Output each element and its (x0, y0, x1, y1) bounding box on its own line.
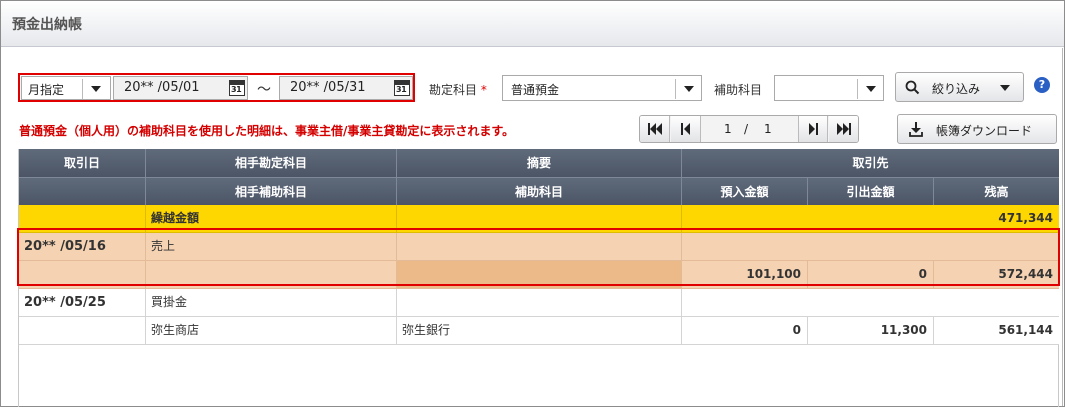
cell-carryover-label: 繰越金額 (146, 205, 397, 232)
cell-carryover-balance: 471,344 (998, 211, 1053, 225)
account-value: 普通預金 (511, 83, 560, 97)
chevron-down-icon[interactable] (91, 86, 101, 92)
chevron-down-icon[interactable] (684, 86, 694, 92)
prev-page-button[interactable] (671, 116, 701, 142)
cell-memo (397, 289, 682, 316)
last-page-icon (837, 123, 851, 135)
cell-sub-item: 弥生銀行 (397, 317, 682, 344)
cell-empty (19, 261, 146, 288)
filter-button-label: 絞り込み (932, 82, 981, 96)
cell-partner (682, 289, 1059, 316)
table-header-row: 取引日 相手勘定科目 摘要 取引先 (19, 149, 1059, 177)
date-to-value: 20** /05/31 (290, 80, 366, 95)
cell-memo (397, 205, 682, 232)
cell-date (19, 205, 146, 232)
table-row[interactable]: 弥生商店 弥生銀行 0 11,300 561,144 (19, 317, 1059, 345)
title-bar: 預金出納帳 (1, 1, 1064, 47)
period-mode-value: 月指定 (28, 83, 65, 97)
prev-page-icon (680, 123, 690, 135)
cell-balance: 561,144 (998, 323, 1053, 337)
sub-account-select[interactable] (774, 75, 884, 101)
cell-withdrawal: 11,300 (808, 317, 934, 344)
period-mode-select[interactable]: 月指定 (21, 76, 111, 100)
date-from-input[interactable]: 20** /05/01 31 (113, 76, 248, 100)
cell-partner (682, 233, 1059, 260)
table-row[interactable]: 20** /05/25 買掛金 (19, 289, 1059, 317)
cell-date: 20** /05/25 (19, 289, 146, 316)
notice-text: 普通預金（個人用）の補助科目を使用した明細は、事業主借/事業主貸勘定に表示されま… (19, 124, 515, 138)
filter-button[interactable]: 絞り込み (895, 72, 1024, 102)
col-header-deposit: 預入金額 (682, 178, 808, 206)
required-mark: * (480, 83, 487, 97)
sub-account-label: 補助科目 (714, 83, 763, 97)
next-page-button[interactable] (798, 116, 828, 142)
date-to-input[interactable]: 20** /05/31 31 (279, 76, 413, 100)
cell-sub-account: 弥生商店 (146, 317, 397, 344)
calendar-icon[interactable]: 31 (229, 80, 245, 96)
page-current: 1 (724, 122, 732, 136)
search-icon (905, 80, 920, 95)
cell-empty (19, 317, 146, 344)
col-header-partner: 取引先 (852, 156, 889, 170)
page-total: 1 (764, 122, 772, 136)
page-separator: / (744, 122, 749, 136)
dropdown-divider (82, 79, 83, 99)
range-separator: 〜 (257, 82, 271, 98)
cell-date: 20** /05/16 (19, 233, 146, 260)
chevron-down-icon (1000, 85, 1010, 91)
first-page-button[interactable] (640, 116, 670, 142)
col-header-memo: 摘要 (397, 149, 682, 177)
table-header-row: 相手補助科目 補助科目 預入金額 引出金額 残高 (19, 177, 1059, 206)
col-header-counter-sub: 相手補助科目 (146, 178, 397, 206)
table-row[interactable]: 20** /05/16 売上 (19, 233, 1059, 261)
dropdown-divider (857, 79, 858, 99)
dropdown-divider (675, 79, 676, 99)
col-header-withdrawal: 引出金額 (808, 178, 934, 206)
col-header-date: 取引日 (19, 149, 146, 177)
cell-balance: 572,444 (998, 267, 1053, 281)
date-from-value: 20** /05/01 (124, 80, 200, 95)
content-border (1062, 48, 1063, 406)
col-header-balance: 残高 (984, 185, 1009, 199)
chevron-down-icon[interactable] (866, 86, 876, 92)
calendar-icon[interactable]: 31 (394, 80, 410, 96)
col-header-empty (19, 178, 146, 206)
table-row-carryover[interactable]: 繰越金額 471,344 (19, 205, 1059, 233)
last-page-button[interactable] (829, 116, 858, 142)
pager: 1 / 1 (639, 115, 859, 143)
cell-withdrawal: 0 (808, 261, 934, 288)
account-label: 勘定科目 * (429, 83, 487, 97)
cell-deposit: 101,100 (682, 261, 808, 288)
table-row[interactable]: 101,100 0 572,444 (19, 261, 1059, 289)
cell-account: 買掛金 (146, 289, 397, 316)
download-icon (909, 122, 923, 137)
help-icon[interactable]: ? (1034, 77, 1050, 93)
download-button[interactable]: 帳簿ダウンロード (897, 114, 1057, 144)
cell-memo (397, 233, 682, 260)
next-page-icon (809, 123, 818, 135)
account-select[interactable]: 普通預金 (502, 75, 702, 101)
col-header-sub-item: 補助科目 (397, 178, 682, 206)
page-title: 預金出納帳 (12, 17, 82, 33)
ledger-table: 取引日 相手勘定科目 摘要 取引先 相手補助科目 補助科目 預入金額 引出金額 … (18, 149, 1059, 407)
cell-account: 売上 (146, 233, 397, 260)
cell-sub-item-focused[interactable] (397, 261, 682, 288)
download-button-label: 帳簿ダウンロード (936, 124, 1033, 138)
cell-deposit: 0 (682, 317, 808, 344)
col-header-counter-account: 相手勘定科目 (146, 149, 397, 177)
first-page-icon (647, 123, 662, 135)
cell-sub-account (146, 261, 397, 288)
